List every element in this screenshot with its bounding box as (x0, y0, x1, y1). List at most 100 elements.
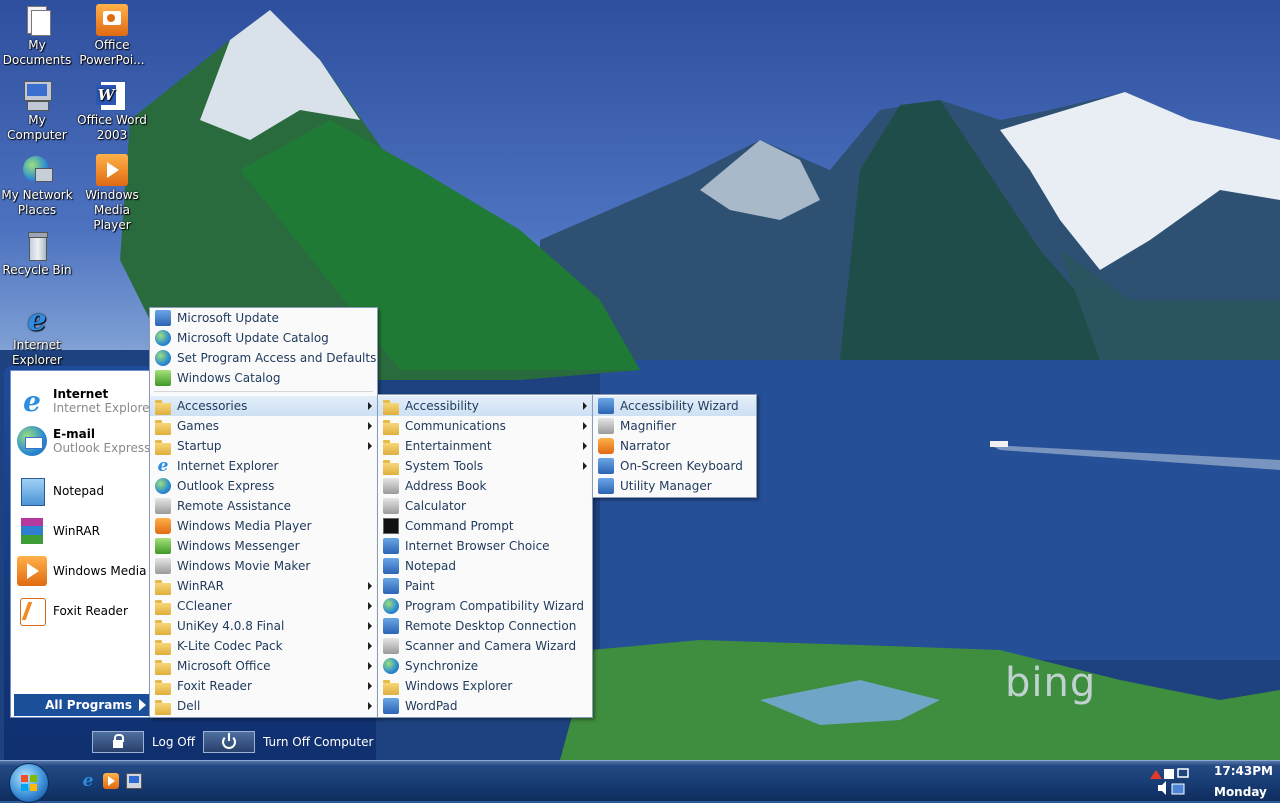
desktop-icon-recycle-bin[interactable]: Recycle Bin (0, 229, 74, 278)
log-off-button[interactable]: Log Off (92, 731, 195, 753)
command-prompt-icon (383, 518, 399, 534)
menu-item-label: Entertainment (405, 439, 492, 453)
recent-label: WinRAR (53, 524, 100, 538)
pinned-subtitle: Internet Explorer (53, 401, 155, 415)
menu-item[interactable]: Scanner and Camera Wizard (378, 636, 592, 656)
winrar-icon (17, 516, 47, 546)
pinned-title: E-mail (53, 427, 96, 441)
folder-icon (155, 440, 171, 455)
menu-item[interactable]: e Internet Explorer (150, 456, 377, 476)
menu-item[interactable]: Windows Movie Maker (150, 556, 377, 576)
desktop-icon-media-player[interactable]: Windows Media Player (75, 154, 149, 233)
menu-item[interactable]: Notepad (378, 556, 592, 576)
quicklaunch-internet-explorer-icon[interactable]: e (80, 771, 96, 791)
menu-item[interactable]: Magnifier (593, 416, 756, 436)
folder-icon (155, 680, 171, 695)
menu-item[interactable]: System Tools (378, 456, 592, 476)
notepad-icon (17, 476, 47, 506)
menu-item[interactable]: Command Prompt (378, 516, 592, 536)
wordpad-icon (383, 698, 399, 714)
desktop-icon-powerpoint[interactable]: Office PowerPoi... (75, 4, 149, 68)
taskbar: e 17:43PM Monday (0, 760, 1280, 803)
menu-item[interactable]: Synchronize (378, 656, 592, 676)
menu-item[interactable]: Address Book (378, 476, 592, 496)
menu-item[interactable]: Remote Assistance (150, 496, 377, 516)
submenu-arrow-icon (368, 702, 372, 710)
menu-item[interactable]: Communications (378, 416, 592, 436)
accessories-menu: Accessibility Communications Entertainment… (377, 394, 593, 718)
menu-item[interactable]: Remote Desktop Connection (378, 616, 592, 636)
explorer-icon (383, 680, 399, 695)
my-computer-icon (21, 79, 53, 111)
quicklaunch-media-player-icon[interactable] (103, 773, 119, 789)
safely-remove-icon (1150, 770, 1162, 779)
desktop-icon-my-computer[interactable]: My Computer (0, 79, 74, 143)
menu-item[interactable]: Dell (150, 696, 377, 716)
menu-item-label: Notepad (405, 559, 456, 573)
windows-logo-icon (21, 775, 37, 791)
menu-item-label: Calculator (405, 499, 466, 513)
volume-icon (1158, 781, 1166, 795)
menu-item[interactable]: Microsoft Update Catalog (150, 328, 377, 348)
submenu-arrow-icon (368, 582, 372, 590)
menu-item-label: WinRAR (177, 579, 224, 593)
clock-time[interactable]: 17:43PM (1214, 764, 1273, 778)
menu-item[interactable]: UniKey 4.0.8 Final (150, 616, 377, 636)
menu-item[interactable]: Set Program Access and Defaults (150, 348, 377, 368)
clock-day[interactable]: Monday (1214, 785, 1267, 799)
menu-item[interactable]: On-Screen Keyboard (593, 456, 756, 476)
turn-off-button[interactable]: Turn Off Computer (203, 731, 373, 753)
menu-item[interactable]: Utility Manager (593, 476, 756, 496)
menu-item[interactable]: Paint (378, 576, 592, 596)
menu-item[interactable]: Internet Browser Choice (378, 536, 592, 556)
menu-item-label: Outlook Express (177, 479, 275, 493)
menu-item[interactable]: Windows Media Player (150, 516, 377, 536)
menu-item-label: Command Prompt (405, 519, 514, 533)
menu-item[interactable]: Accessories (150, 396, 377, 416)
menu-item[interactable]: Program Compatibility Wizard (378, 596, 592, 616)
desktop-icon-my-documents[interactable]: My Documents (0, 4, 74, 68)
menu-item[interactable]: WinRAR (150, 576, 377, 596)
folder-icon (155, 620, 171, 635)
menu-item[interactable]: Windows Catalog (150, 368, 377, 388)
menu-item[interactable]: WordPad (378, 696, 592, 716)
desktop-icon-word[interactable]: W Office Word 2003 (75, 79, 149, 143)
menu-item[interactable]: Entertainment (378, 436, 592, 456)
menu-item[interactable]: Accessibility (378, 396, 592, 416)
menu-item-label: Narrator (620, 439, 671, 453)
menu-item-label: Program Compatibility Wizard (405, 599, 585, 613)
address-book-icon (383, 478, 399, 494)
menu-item-label: Scanner and Camera Wizard (405, 639, 577, 653)
menu-item[interactable]: Accessibility Wizard (593, 396, 756, 416)
menu-item[interactable]: Startup (150, 436, 377, 456)
menu-item[interactable]: CCleaner (150, 596, 377, 616)
menu-item-label: Internet Browser Choice (405, 539, 550, 553)
desktop-icon-label: My Computer (7, 113, 67, 142)
menu-item[interactable]: Narrator (593, 436, 756, 456)
all-programs-button[interactable]: All Programs (14, 694, 150, 716)
menu-item-label: Windows Explorer (405, 679, 513, 693)
menu-item[interactable]: Windows Explorer (378, 676, 592, 696)
desktop-icon-label: My Documents (2, 38, 72, 67)
defaults-icon (155, 350, 171, 366)
menu-item[interactable]: Windows Messenger (150, 536, 377, 556)
menu-item[interactable]: Foxit Reader (150, 676, 377, 696)
menu-item[interactable]: Microsoft Update (150, 308, 377, 328)
menu-item[interactable]: Games (150, 416, 377, 436)
media-player-icon (155, 518, 171, 534)
desktop-icon-internet-explorer[interactable]: e Internet Explorer (0, 304, 74, 368)
quicklaunch-show-desktop-icon[interactable] (126, 773, 142, 789)
start-button[interactable] (9, 763, 49, 803)
programs-menu: Microsoft Update Microsoft Update Catalog… (149, 307, 378, 718)
menu-item[interactable]: Calculator (378, 496, 592, 516)
menu-item-label: WordPad (405, 699, 458, 713)
submenu-arrow-icon (583, 402, 587, 410)
desktop-icon-label: Windows Media Player (85, 188, 139, 232)
folder-icon (383, 440, 399, 455)
menu-item[interactable]: K-Lite Codec Pack (150, 636, 377, 656)
menu-item[interactable]: Outlook Express (150, 476, 377, 496)
menu-item[interactable]: Microsoft Office (150, 656, 377, 676)
desktop-icon-network-places[interactable]: My Network Places (0, 154, 74, 218)
bing-watermark: bing (1005, 660, 1097, 706)
tray-icons (1150, 768, 1189, 795)
